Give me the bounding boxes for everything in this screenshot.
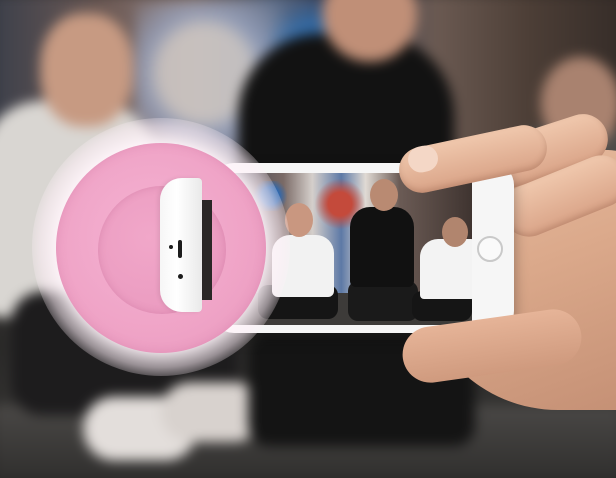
clip-switch-slot [178, 240, 182, 258]
screen-person-right-head [442, 217, 468, 247]
person-left-head [40, 13, 133, 127]
clip-switch-dot [178, 274, 183, 279]
phone-home-button-icon [477, 236, 503, 262]
screen-person-right-torso [420, 239, 472, 299]
screen-person-middle-head [370, 179, 398, 211]
screen-person-middle-legs [348, 281, 418, 321]
clip-switch-dot [169, 245, 173, 249]
screen-person-middle-torso [350, 207, 414, 287]
photo-stage [0, 0, 616, 478]
